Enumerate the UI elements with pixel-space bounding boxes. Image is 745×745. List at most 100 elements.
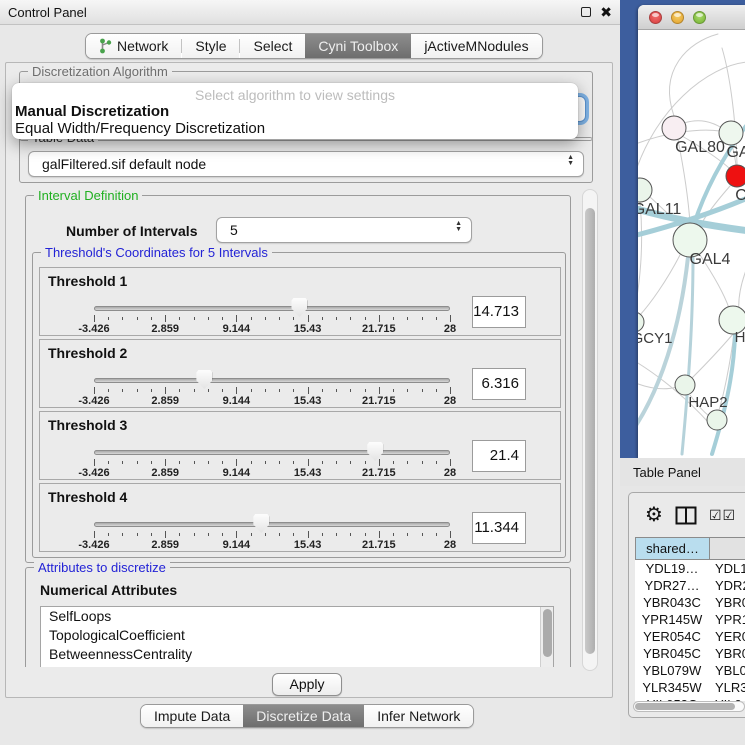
threshold-slider[interactable]: -3.4262.8599.14415.4321.71528 xyxy=(94,436,450,480)
network-node[interactable] xyxy=(707,410,727,430)
table-toolbar: ⚙ ☑☑ xyxy=(629,499,745,531)
attribute-item[interactable]: BetweennessCentrality xyxy=(41,645,553,664)
float-window-icon[interactable] xyxy=(581,7,591,17)
slider-track[interactable] xyxy=(94,450,450,455)
network-edge xyxy=(684,121,722,128)
scale-label: 9.144 xyxy=(223,323,251,335)
table-row[interactable]: YDR27…YDR2 xyxy=(635,577,745,594)
network-node[interactable] xyxy=(638,312,644,332)
table-row[interactable]: YPR145WYPR1 xyxy=(635,611,745,628)
table-cell: YBR045C xyxy=(635,645,709,662)
network-node-label: GAL11 xyxy=(638,201,681,218)
slider-track[interactable] xyxy=(94,306,450,311)
network-node[interactable] xyxy=(662,116,686,140)
table-row[interactable]: YLR345WYLR3 xyxy=(635,679,745,696)
threshold-panel: Threshold 3 -3.4262.8599.14415.4321.7152… xyxy=(39,411,561,480)
settings-scrollbar[interactable] xyxy=(582,189,598,671)
threshold-value-field[interactable]: 6.316 xyxy=(472,368,526,400)
network-node-label: H xyxy=(735,329,745,346)
network-window-frame: GAL80GACGAL11GAL4GCY1HHAP2 xyxy=(620,0,745,458)
gear-icon[interactable]: ⚙ xyxy=(645,505,663,525)
algorithm-option[interactable]: Manual Discretization xyxy=(15,103,169,120)
threshold-slider[interactable]: -3.4262.8599.14415.4321.71528 xyxy=(94,508,450,552)
close-icon[interactable]: ✖ xyxy=(600,5,612,19)
table-row[interactable]: YBR043CYBR0 xyxy=(635,594,745,611)
slider-scale-labels: -3.4262.8599.14415.4321.71528 xyxy=(94,323,450,336)
tab-network[interactable]: Network xyxy=(86,34,181,58)
close-traffic-light[interactable] xyxy=(649,11,662,24)
zoom-traffic-light[interactable] xyxy=(693,11,706,24)
table-row[interactable]: YDL19…YDL1 xyxy=(635,560,745,577)
scale-label: 28 xyxy=(444,539,456,551)
table-data-combobox[interactable]: galFiltered.sif default node ▲▼ xyxy=(28,151,584,177)
scale-label: 2.859 xyxy=(151,323,179,335)
threshold-slider[interactable]: -3.4262.8599.14415.4321.71528 xyxy=(94,364,450,408)
network-node[interactable] xyxy=(638,178,652,202)
threshold-value-field[interactable]: 14.713 xyxy=(472,296,526,328)
scale-label: 2.859 xyxy=(151,539,179,551)
table-row[interactable]: YBR045CYBR0 xyxy=(635,645,745,662)
tab-jactivemnodules[interactable]: jActiveMNodules xyxy=(411,34,541,58)
numerical-attributes-list[interactable]: SelfLoopsTopologicalCoefficientBetweenne… xyxy=(40,606,554,667)
number-of-intervals-combobox[interactable]: 5 ▲▼ xyxy=(216,217,472,243)
combo-arrows-icon: ▲▼ xyxy=(567,155,574,167)
checkboxes-icon[interactable]: ☑☑ xyxy=(709,507,736,524)
threshold-label: Threshold 3 xyxy=(48,417,127,433)
network-node-label: GAL80 xyxy=(675,139,725,156)
tab-cyni-toolbox[interactable]: Cyni Toolbox xyxy=(305,34,411,58)
table-data-group: Table Data galFiltered.sif default node … xyxy=(19,137,593,183)
table-cell: YLR345W xyxy=(635,679,709,696)
table-horizontal-scrollbar[interactable] xyxy=(633,701,745,712)
tab-style[interactable]: Style xyxy=(182,34,239,58)
tab-impute-data[interactable]: Impute Data xyxy=(141,705,243,727)
threshold-slider[interactable]: -3.4262.8599.14415.4321.71528 xyxy=(94,292,450,336)
network-node[interactable] xyxy=(719,121,743,145)
threshold-value-field[interactable]: 21.4 xyxy=(472,440,526,472)
attribute-item[interactable]: TopologicalCoefficient xyxy=(41,626,553,645)
tab-discretize-data[interactable]: Discretize Data xyxy=(243,705,364,727)
tab-label: Discretize Data xyxy=(256,708,351,724)
network-node[interactable] xyxy=(726,165,745,187)
threshold-panel: Threshold 1 -3.4262.8599.14415.4321.7152… xyxy=(39,267,561,336)
scale-label: -3.426 xyxy=(78,467,109,479)
number-of-intervals-value: 5 xyxy=(230,222,238,238)
table-row[interactable]: YER054CYER0 xyxy=(635,628,745,645)
scale-label: 15.43 xyxy=(294,539,322,551)
tab-select[interactable]: Select xyxy=(240,34,305,58)
settings-viewport: Interval Definition Number of Intervals … xyxy=(19,189,579,667)
apply-button[interactable]: Apply xyxy=(272,673,342,696)
slider-track[interactable] xyxy=(94,522,450,527)
scale-label: -3.426 xyxy=(78,323,109,335)
scale-label: 21.715 xyxy=(362,395,396,407)
slider-scale-labels: -3.4262.8599.14415.4321.71528 xyxy=(94,467,450,480)
table-cell: YBL0 xyxy=(709,662,745,679)
scale-label: 15.43 xyxy=(294,323,322,335)
scale-label: 28 xyxy=(444,323,456,335)
columns-icon[interactable] xyxy=(675,506,697,525)
slider-ticks xyxy=(94,315,450,323)
network-window: GAL80GACGAL11GAL4GCY1HHAP2 xyxy=(638,5,745,458)
table-rows: YDL19…YDL1YDR27…YDR2YBR043CYBR0YPR145WYP… xyxy=(635,559,745,701)
table-cell: YER0 xyxy=(709,628,745,645)
threshold-value-field[interactable]: 11.344 xyxy=(472,512,526,544)
table-cell: YDL19… xyxy=(635,560,709,577)
list-scrollbar[interactable] xyxy=(540,607,553,667)
table-cell: YPR145W xyxy=(635,611,709,628)
network-canvas[interactable]: GAL80GACGAL11GAL4GCY1HHAP2 xyxy=(638,30,745,458)
attribute-item[interactable]: SelfLoops xyxy=(41,607,553,626)
group-title: Attributes to discretize xyxy=(34,560,170,575)
minimize-traffic-light[interactable] xyxy=(671,11,684,24)
algorithm-option[interactable]: Equal Width/Frequency Discretization xyxy=(15,120,265,137)
network-node[interactable] xyxy=(675,375,695,395)
tab-label: Infer Network xyxy=(377,708,460,724)
tab-infer-network[interactable]: Infer Network xyxy=(364,705,473,727)
scale-label: -3.426 xyxy=(78,395,109,407)
column-header-shared-name[interactable]: shared… xyxy=(636,538,710,559)
slider-scale-labels: -3.4262.8599.14415.4321.71528 xyxy=(94,395,450,408)
network-edge xyxy=(739,265,745,311)
scale-label: 15.43 xyxy=(294,395,322,407)
column-header-name[interactable]: n xyxy=(710,538,745,559)
slider-track[interactable] xyxy=(94,378,450,383)
table-row[interactable]: YBL079WYBL0 xyxy=(635,662,745,679)
control-panel-titlebar: Control Panel ✖ xyxy=(0,0,620,25)
